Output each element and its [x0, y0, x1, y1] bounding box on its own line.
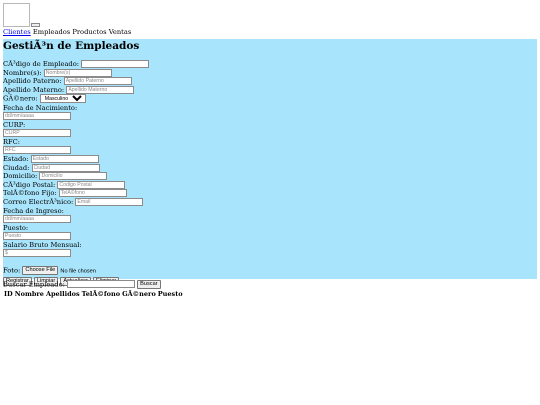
domicilio-label: Domicilio: [3, 172, 38, 181]
correo-label: Correo ElectrÃ³nico: [3, 197, 74, 206]
nombres-label: Nombre(s): [3, 68, 42, 77]
nav-bar: Clientes Empleados Productos Ventas [3, 28, 537, 37]
nav-link-empleados[interactable]: Empleados [33, 28, 70, 36]
codigo-postal-label: CÃ³digo Postal: [3, 180, 56, 189]
puesto-input[interactable] [3, 232, 71, 241]
menu-toggle-button[interactable] [31, 23, 40, 27]
search-button[interactable]: Buscar [137, 279, 161, 289]
header: Clientes Empleados Productos Ventas [0, 0, 540, 37]
file-status-text: No file chosen [60, 268, 96, 275]
estado-label: Estado: [3, 155, 29, 164]
column-header-telefono: TelÃ©fono [81, 289, 121, 298]
domicilio-input[interactable] [39, 172, 108, 181]
column-header-nombre: Nombre [14, 289, 44, 298]
table-header-row: ID Nombre Apellidos TelÃ©fono GÃ©nero Pu… [3, 290, 184, 298]
codigo-label: CÃ³digo de Empleado: [3, 60, 79, 69]
fecha-ingreso-input[interactable] [3, 215, 71, 224]
genero-select[interactable]: Masculino [39, 94, 86, 104]
codigo-postal-input[interactable] [57, 180, 126, 189]
column-header-id: ID [4, 289, 13, 298]
telefono-input[interactable] [58, 189, 127, 198]
employee-form-panel: GestiÃ³n de Empleados CÃ³digo de Emplead… [3, 38, 537, 286]
column-header-apellidos: Apellidos [45, 289, 80, 298]
estado-input[interactable] [30, 155, 99, 164]
correo-input[interactable] [75, 197, 144, 206]
salario-input[interactable] [3, 249, 71, 258]
apellido-materno-label: Apellido Materno: [3, 85, 65, 94]
rfc-label: RFC: [3, 137, 21, 146]
search-bar: Buscar Empleado: Buscar [3, 279, 540, 289]
nombres-input[interactable] [43, 68, 112, 77]
choose-file-button[interactable]: Choose File [22, 265, 59, 275]
apellido-materno-input[interactable] [66, 85, 135, 94]
rfc-input[interactable] [3, 146, 71, 155]
fecha-nacimiento-input[interactable] [3, 112, 71, 121]
foto-label: Foto: [3, 266, 21, 275]
fecha-ingreso-label: Fecha de Ingreso: [3, 206, 64, 215]
column-header-genero: GÃ©nero [122, 289, 156, 298]
nav-link-clientes[interactable]: Clientes [3, 28, 31, 36]
employees-table: ID Nombre Apellidos TelÃ©fono GÃ©nero Pu… [3, 290, 184, 298]
genero-label: GÃ©nero: [3, 94, 38, 103]
fecha-nacimiento-label: Fecha de Nacimiento: [3, 103, 78, 112]
search-input[interactable] [67, 280, 135, 289]
ciudad-label: Ciudad: [3, 163, 30, 172]
apellido-paterno-input[interactable] [63, 77, 132, 86]
codigo-input[interactable] [81, 60, 150, 69]
ciudad-input[interactable] [31, 163, 100, 172]
search-label: Buscar Empleado: [3, 280, 65, 289]
puesto-label: Puesto: [3, 223, 29, 232]
telefono-label: TelÃ©fono Fijo: [3, 189, 57, 198]
column-header-puesto: Puesto [157, 289, 183, 298]
nav-link-ventas[interactable]: Ventas [109, 28, 132, 36]
logo-image [3, 3, 30, 27]
curp-label: CURP: [3, 120, 26, 129]
apellido-paterno-label: Apellido Paterno: [3, 77, 62, 86]
nav-link-productos[interactable]: Productos [72, 28, 106, 36]
salario-label: Salario Bruto Mensual: [3, 240, 82, 249]
page-title: GestiÃ³n de Empleados [3, 39, 140, 52]
curp-input[interactable] [3, 129, 71, 138]
